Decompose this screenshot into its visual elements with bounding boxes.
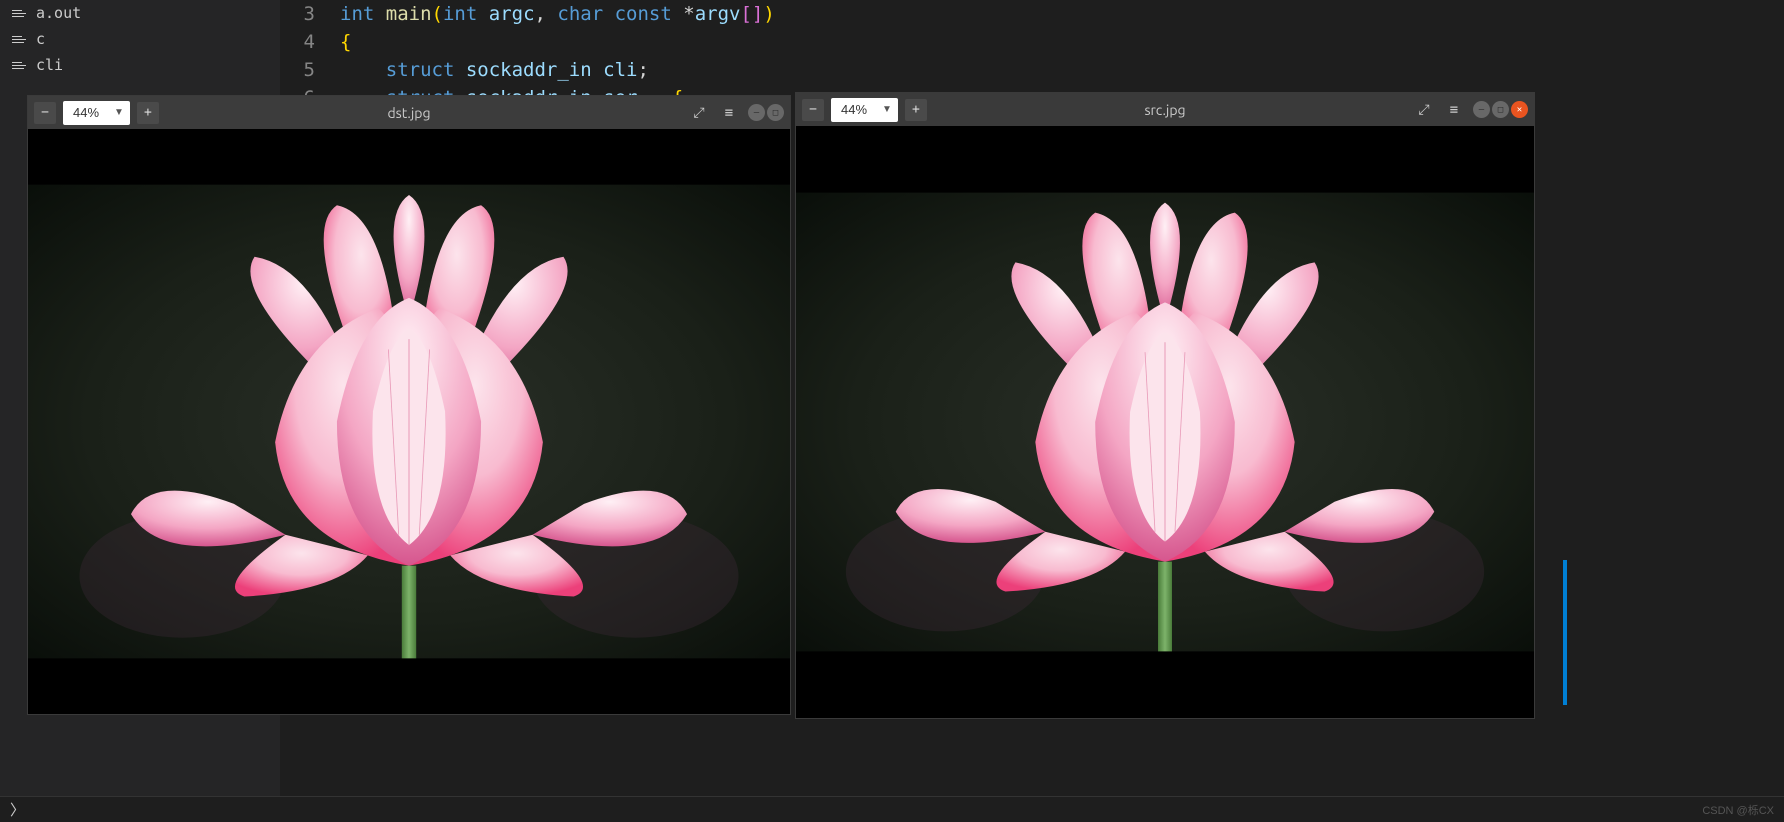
chevron-down-icon: ▼ [114,107,124,118]
image-canvas[interactable] [796,126,1534,718]
outline-icon [12,62,28,69]
outline-icon [12,36,28,43]
image-canvas[interactable] [28,129,790,714]
chevron-down-icon: ▼ [882,104,892,115]
maximize-button[interactable]: □ [1492,101,1509,118]
minimize-button[interactable]: — [748,104,765,121]
zoom-value: 44% [841,102,867,117]
minimize-button[interactable]: — [1473,101,1490,118]
code-line[interactable]: 5 struct sockaddr_in cli; [280,56,1784,84]
image-viewer-src: − 44% ▼ + src.jpg ⤢ ≡ — □ ✕ [795,92,1535,719]
zoom-in-button[interactable]: + [905,99,927,121]
image-viewer-dst: − 44% ▼ + dst.jpg ⤢ ≡ — □ [27,95,791,715]
scrollbar-indicator [1563,560,1567,705]
watermark: CSDN @栎CX [1702,802,1774,818]
zoom-in-button[interactable]: + [137,102,159,124]
line-number: 4 [280,28,340,56]
menu-icon[interactable]: ≡ [718,102,740,124]
close-button[interactable]: ✕ [1511,101,1528,118]
fullscreen-icon[interactable]: ⤢ [688,102,710,124]
zoom-value: 44% [73,105,99,120]
zoom-dropdown[interactable]: 44% ▼ [831,98,898,122]
titlebar[interactable]: − 44% ▼ + dst.jpg ⤢ ≡ — □ [28,96,790,129]
code-content: struct sockaddr_in cli; [340,56,649,84]
fullscreen-icon[interactable]: ⤢ [1413,99,1435,121]
sidebar-item-label: a.out [36,4,81,22]
titlebar[interactable]: − 44% ▼ + src.jpg ⤢ ≡ — □ ✕ [796,93,1534,126]
zoom-out-button[interactable]: − [34,102,56,124]
window-title: dst.jpg [387,105,430,121]
code-content: { [340,28,351,56]
sidebar-item-cli[interactable]: cli [0,52,280,78]
maximize-button[interactable]: □ [767,104,784,121]
window-title: src.jpg [1144,102,1185,118]
terminal-prompt: 〉 [10,799,25,820]
zoom-dropdown[interactable]: 44% ▼ [63,101,130,125]
terminal-bar[interactable]: 〉 [0,796,1784,822]
sidebar-item-label: cli [36,56,63,74]
line-number: 5 [280,56,340,84]
code-line[interactable]: 4{ [280,28,1784,56]
code-content: int main(int argc, char const *argv[]) [340,0,775,28]
sidebar-item-c[interactable]: c [0,26,280,52]
menu-icon[interactable]: ≡ [1443,99,1465,121]
sidebar-item-label: c [36,30,45,48]
lotus-image [28,129,790,714]
zoom-out-button[interactable]: − [802,99,824,121]
sidebar-item-aout[interactable]: a.out [0,0,280,26]
outline-icon [12,10,28,17]
code-line[interactable]: 3int main(int argc, char const *argv[]) [280,0,1784,28]
lotus-image [796,126,1534,718]
line-number: 3 [280,0,340,28]
